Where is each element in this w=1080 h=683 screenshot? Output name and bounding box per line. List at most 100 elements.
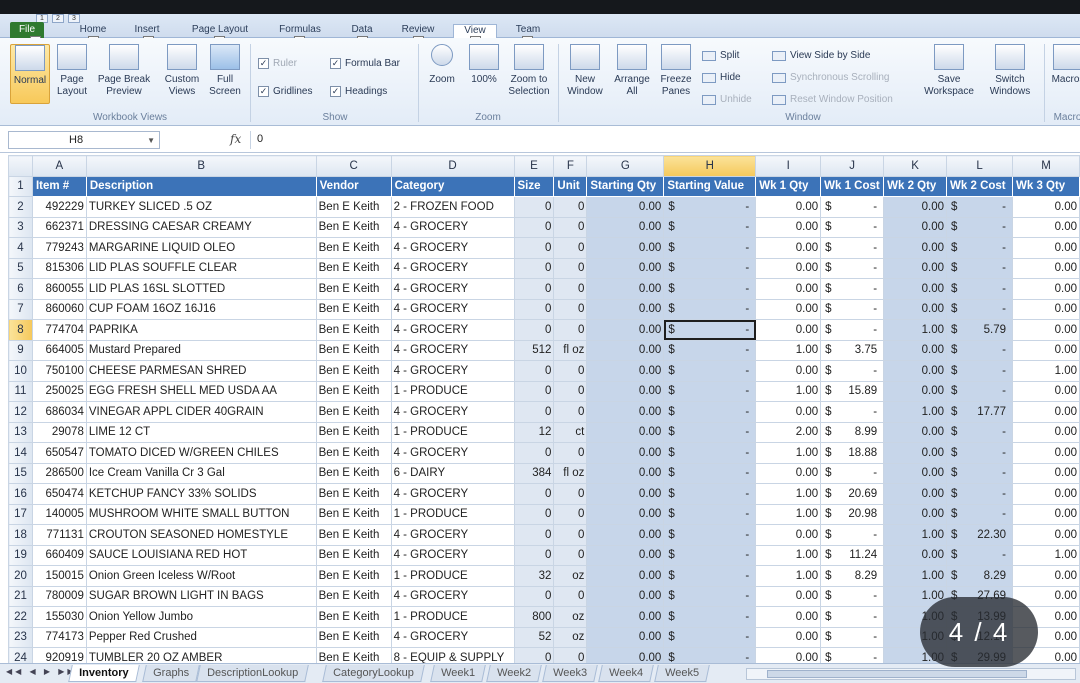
category-cell[interactable]: 1 - PRODUCE	[390, 565, 515, 587]
wk1-cost-cell[interactable]: $20.98	[820, 503, 885, 525]
wk2-qty-cell[interactable]: 0.00	[883, 442, 948, 464]
sheet-tab[interactable]: Week2	[486, 665, 542, 682]
column-title-cell[interactable]: Wk 2 Qty	[883, 175, 948, 197]
wk1-qty-cell[interactable]: 0.00	[755, 237, 822, 259]
starting-value-cell[interactable]: $ -	[663, 442, 757, 464]
vendor-cell[interactable]: Ben E Keith	[315, 503, 392, 525]
column-title-cell[interactable]: Vendor	[315, 175, 392, 197]
row-heading[interactable]: 5	[8, 257, 33, 279]
unit-cell[interactable]: 0	[553, 216, 588, 238]
size-cell[interactable]: 0	[513, 196, 555, 218]
size-cell[interactable]: 0	[513, 380, 555, 402]
arrange-all-button[interactable]: Arrange All	[610, 44, 654, 104]
wk1-qty-cell[interactable]: 0.00	[755, 298, 822, 320]
starting-value-cell[interactable]: $ -	[663, 503, 757, 525]
starting-value-cell[interactable]: $ -	[663, 319, 757, 341]
wk1-qty-cell[interactable]: 0.00	[755, 278, 822, 300]
starting-qty-cell[interactable]: 0.00	[586, 380, 665, 402]
column-heading[interactable]: A	[31, 155, 87, 177]
wk2-qty-cell[interactable]: 0.00	[883, 216, 948, 238]
function-icon[interactable]: fx	[230, 132, 241, 146]
row-heading[interactable]: 1	[8, 175, 33, 197]
description-cell[interactable]: TURKEY SLICED .5 OZ	[85, 196, 317, 218]
row-heading[interactable]: 8	[8, 319, 33, 341]
wk2-qty-cell[interactable]: 0.00	[883, 462, 948, 484]
wk1-cost-cell[interactable]: $ -	[820, 216, 885, 238]
wk1-cost-cell[interactable]: $ -	[820, 196, 885, 218]
column-title-cell[interactable]: Category	[390, 175, 515, 197]
unit-cell[interactable]: 0	[553, 360, 588, 382]
row-heading[interactable]: 20	[8, 565, 33, 587]
wk1-qty-cell[interactable]: 1.00	[755, 503, 822, 525]
wk1-cost-cell[interactable]: $8.29	[820, 565, 885, 587]
starting-qty-cell[interactable]: 0.00	[586, 196, 665, 218]
category-cell[interactable]: 4 - GROCERY	[390, 585, 515, 607]
size-cell[interactable]: 0	[513, 257, 555, 279]
category-cell[interactable]: 4 - GROCERY	[390, 257, 515, 279]
size-cell[interactable]: 0	[513, 401, 555, 423]
item-number-cell[interactable]: 750100	[31, 360, 87, 382]
vendor-cell[interactable]: Ben E Keith	[315, 298, 392, 320]
formula-input[interactable]: 0	[250, 131, 1080, 149]
wk2-qty-cell[interactable]: 1.00	[883, 319, 948, 341]
starting-value-cell[interactable]: $ -	[663, 257, 757, 279]
row-heading[interactable]: 12	[8, 401, 33, 423]
starting-value-cell[interactable]: $ -	[663, 380, 757, 402]
column-title-cell[interactable]: Item #	[31, 175, 87, 197]
sheet-tab[interactable]: Inventory	[68, 665, 140, 682]
sheet-tab[interactable]: CategoryLookup	[322, 665, 425, 682]
zoom-button[interactable]: Zoom	[422, 44, 462, 104]
size-cell[interactable]: 0	[513, 278, 555, 300]
description-cell[interactable]: Onion Green Iceless W/Root	[85, 565, 317, 587]
row-heading[interactable]: 17	[8, 503, 33, 525]
item-number-cell[interactable]: 662371	[31, 216, 87, 238]
row-heading[interactable]: 23	[8, 626, 33, 648]
wk3-qty-cell[interactable]: 1.00	[1012, 544, 1080, 566]
category-cell[interactable]: 4 - GROCERY	[390, 524, 515, 546]
size-cell[interactable]: 0	[513, 483, 555, 505]
wk1-qty-cell[interactable]: 1.00	[755, 483, 822, 505]
sheet-tab[interactable]: Week4	[598, 665, 654, 682]
vendor-cell[interactable]: Ben E Keith	[315, 216, 392, 238]
wk2-cost-cell[interactable]: $ -	[946, 237, 1013, 259]
starting-qty-cell[interactable]: 0.00	[586, 257, 665, 279]
item-number-cell[interactable]: 140005	[31, 503, 87, 525]
starting-qty-cell[interactable]: 0.00	[586, 237, 665, 259]
column-title-cell[interactable]: Starting Qty	[586, 175, 665, 197]
item-number-cell[interactable]: 650547	[31, 442, 87, 464]
unit-cell[interactable]: 0	[553, 278, 588, 300]
description-cell[interactable]: LIME 12 CT	[85, 421, 317, 443]
starting-value-cell[interactable]: $ -	[663, 544, 757, 566]
row-heading[interactable]: 19	[8, 544, 33, 566]
unit-cell[interactable]: 0	[553, 298, 588, 320]
description-cell[interactable]: CHEESE PARMESAN SHRED	[85, 360, 317, 382]
starting-qty-cell[interactable]: 0.00	[586, 462, 665, 484]
vendor-cell[interactable]: Ben E Keith	[315, 442, 392, 464]
qat-keytip[interactable]: 3	[68, 14, 80, 23]
column-heading[interactable]: H	[663, 155, 757, 177]
unit-cell[interactable]: oz	[553, 606, 588, 628]
wk3-qty-cell[interactable]: 1.00	[1012, 360, 1080, 382]
wk2-cost-cell[interactable]: $ -	[946, 421, 1013, 443]
wk2-cost-cell[interactable]: $ -	[946, 442, 1013, 464]
wk2-qty-cell[interactable]: 1.00	[883, 565, 948, 587]
category-cell[interactable]: 4 - GROCERY	[390, 298, 515, 320]
item-number-cell[interactable]: 771131	[31, 524, 87, 546]
description-cell[interactable]: TOMATO DICED W/GREEN CHILES	[85, 442, 317, 464]
category-cell[interactable]: 1 - PRODUCE	[390, 503, 515, 525]
description-cell[interactable]: EGG FRESH SHELL MED USDA AA	[85, 380, 317, 402]
wk1-qty-cell[interactable]: 0.00	[755, 626, 822, 648]
wk3-qty-cell[interactable]: 0.00	[1012, 524, 1080, 546]
wk2-qty-cell[interactable]: 1.00	[883, 524, 948, 546]
page-layout-view-button[interactable]: Page Layout	[52, 44, 92, 104]
sheet-nav-buttons[interactable]: ◀◀ ◀ ▶ ▶▶	[6, 667, 77, 676]
column-heading[interactable]: F	[553, 155, 588, 177]
starting-qty-cell[interactable]: 0.00	[586, 339, 665, 361]
wk3-qty-cell[interactable]: 0.00	[1012, 442, 1080, 464]
category-cell[interactable]: 4 - GROCERY	[390, 360, 515, 382]
category-cell[interactable]: 1 - PRODUCE	[390, 380, 515, 402]
item-number-cell[interactable]: 815306	[31, 257, 87, 279]
starting-value-cell[interactable]: $ -	[663, 401, 757, 423]
sheet-tab[interactable]: Week3	[542, 665, 598, 682]
unit-cell[interactable]: 0	[553, 544, 588, 566]
